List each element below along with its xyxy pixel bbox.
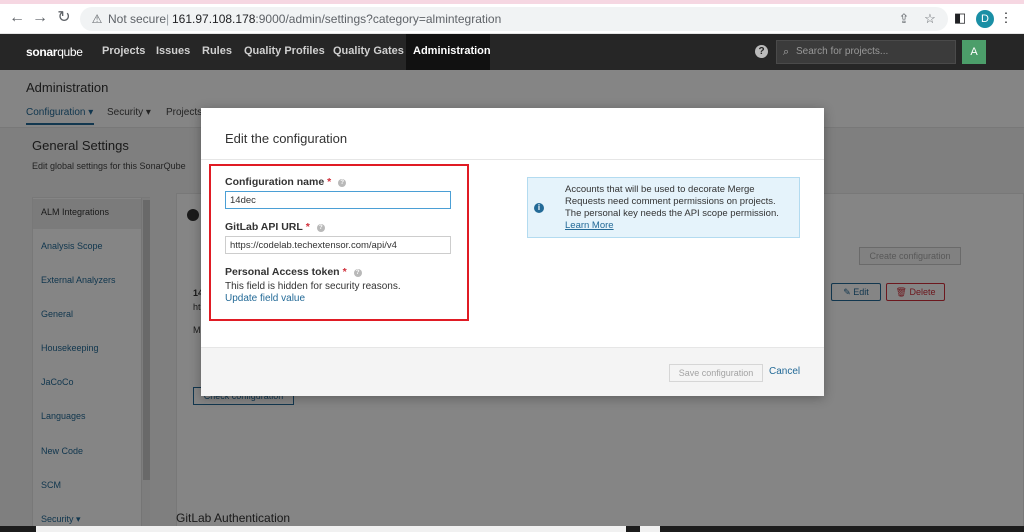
configuration-name-label: Configuration name *? (225, 176, 347, 188)
menu-kebab-icon[interactable]: ⋮ (998, 10, 1014, 26)
nav-issues[interactable]: Issues (156, 45, 190, 57)
separator: | (166, 12, 170, 26)
nav-quality-gates[interactable]: Quality Gates (333, 45, 404, 57)
reload-icon[interactable]: ↻ (55, 9, 73, 27)
back-arrow-icon[interactable]: ← (8, 9, 26, 27)
url-host: 161.97.108.178 (172, 12, 256, 26)
user-avatar[interactable]: A (962, 40, 986, 64)
share-icon[interactable]: ⇪ (896, 11, 912, 27)
nav-projects[interactable]: Projects (102, 45, 145, 57)
modal-header-divider (201, 159, 824, 160)
warning-icon: ⚠ (91, 12, 103, 26)
gitlab-api-url-input[interactable] (225, 236, 451, 254)
modal-footer: Save configuration Cancel (201, 347, 824, 396)
nav-administration[interactable]: Administration (413, 45, 491, 57)
personal-access-token-label: Personal Access token *? (225, 266, 362, 278)
help-icon[interactable]: ? (316, 224, 325, 232)
info-icon: i (534, 203, 544, 213)
tab-strip (0, 0, 1024, 4)
gitlab-api-url-label: GitLab API URL *? (225, 221, 325, 233)
search-icon: ⌕ (783, 46, 790, 58)
help-icon[interactable]: ? (353, 269, 362, 277)
modal-title: Edit the configuration (225, 131, 348, 146)
url-text: 161.97.108.178:9000/admin/settings?categ… (172, 12, 501, 26)
nav-quality-profiles[interactable]: Quality Profiles (244, 45, 325, 57)
info-text-line: The personal key needs the API scope per… (565, 208, 779, 219)
search-placeholder: Search for projects... (796, 46, 889, 57)
help-icon[interactable]: ? (755, 45, 768, 58)
help-icon[interactable]: ? (338, 179, 347, 187)
security-label: Not secure (108, 12, 167, 26)
update-field-value-link[interactable]: Update field value (225, 293, 305, 304)
info-text-line: Accounts that will be used to decorate M… (565, 184, 755, 195)
learn-more-link[interactable]: Learn More (565, 220, 614, 231)
forward-arrow-icon[interactable]: → (31, 9, 49, 27)
save-configuration-button[interactable]: Save configuration (669, 364, 763, 382)
browser-toolbar: ← → ↻ ⚠ Not secure | 161.97.108.178:9000… (0, 0, 1024, 34)
info-alert: i Accounts that will be used to decorate… (527, 177, 800, 238)
taskbar-segment (640, 526, 660, 532)
address-bar[interactable]: ⚠ Not secure | 161.97.108.178:9000/admin… (80, 7, 948, 31)
token-hidden-hint: This field is hidden for security reason… (225, 281, 401, 292)
profile-avatar[interactable]: D (976, 10, 994, 28)
star-icon[interactable]: ☆ (922, 11, 938, 27)
project-search-box[interactable]: ⌕ Search for projects... (776, 40, 956, 64)
configuration-name-input[interactable] (225, 191, 451, 209)
sonarqube-logo[interactable]: sonarqube (26, 45, 83, 59)
sonarqube-navbar: sonarqube Projects Issues Rules Quality … (0, 34, 1024, 70)
sidebar-toggle-icon[interactable]: ◧ (952, 10, 968, 26)
cancel-link[interactable]: Cancel (769, 366, 800, 377)
taskbar-segment (36, 526, 626, 532)
nav-rules[interactable]: Rules (202, 45, 232, 57)
info-text-line: Requests need comment permissions on pro… (565, 196, 776, 207)
edit-configuration-modal: Edit the configuration Configuration nam… (201, 108, 824, 396)
url-path: :9000/admin/settings?category=almintegra… (255, 12, 502, 26)
